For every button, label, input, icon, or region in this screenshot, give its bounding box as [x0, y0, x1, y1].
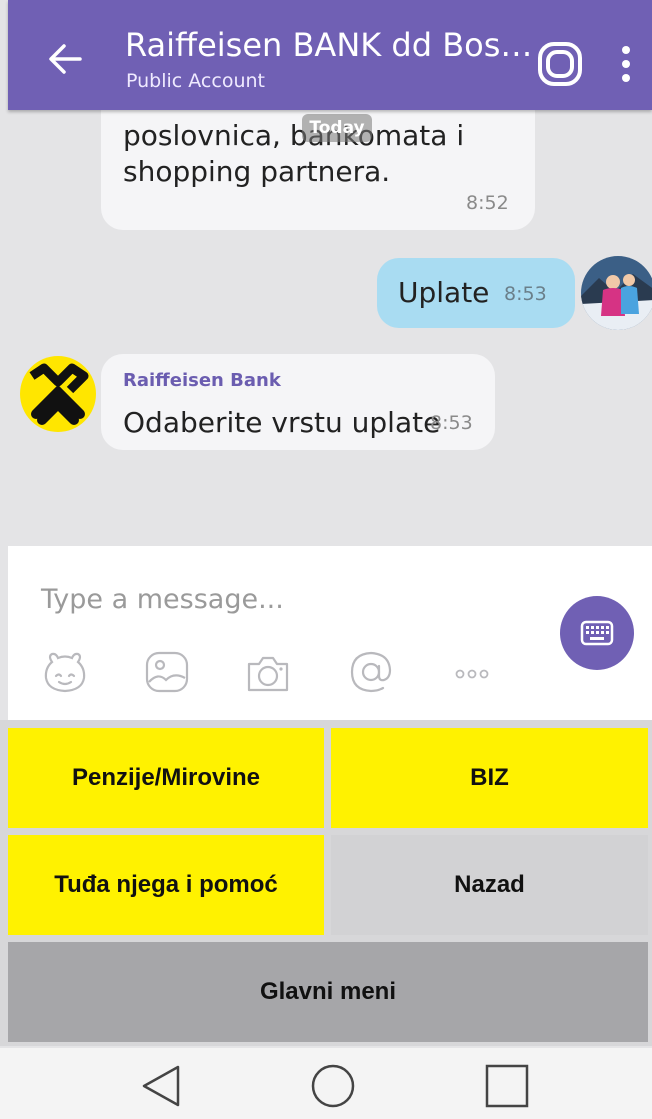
back-nav-icon[interactable]: [138, 1063, 184, 1109]
gallery-icon[interactable]: [142, 648, 192, 696]
message-time: 8:53: [504, 283, 547, 305]
keyboard-icon: [580, 620, 614, 646]
keyboard-toggle-button[interactable]: [560, 596, 634, 670]
message-time: 8:52: [466, 192, 509, 214]
sender-name: Raiffeisen Bank: [123, 370, 281, 391]
nazad-button[interactable]: Nazad: [331, 835, 648, 935]
raiffeisen-logo-icon: [29, 363, 89, 425]
public-account-icon[interactable]: [536, 40, 584, 88]
message-time: 8:53: [430, 412, 473, 434]
sticker-icon[interactable]: [40, 648, 90, 696]
compose-bar: [8, 546, 652, 720]
message-input[interactable]: Type a message...: [41, 584, 284, 615]
home-nav-icon[interactable]: [309, 1062, 357, 1110]
glavni-meni-button[interactable]: Glavni meni: [8, 942, 648, 1042]
recents-nav-icon[interactable]: [484, 1063, 530, 1109]
chat-subtitle: Public Account: [126, 70, 265, 92]
date-chip: Today: [302, 114, 372, 142]
message-text: Uplate: [398, 276, 490, 309]
more-icon[interactable]: [447, 648, 497, 696]
tudja-njega-button[interactable]: Tuđa njega i pomoć: [8, 835, 324, 935]
chat-title[interactable]: Raiffeisen BANK dd Bos…: [125, 26, 532, 64]
back-arrow-icon[interactable]: [40, 34, 90, 84]
app-header: Raiffeisen BANK dd Bos… Public Account: [8, 0, 652, 110]
bank-avatar[interactable]: [20, 356, 96, 432]
mention-icon[interactable]: [346, 648, 396, 696]
biz-button[interactable]: BIZ: [331, 728, 648, 828]
penzije-mirovine-button[interactable]: Penzije/Mirovine: [8, 728, 324, 828]
camera-icon[interactable]: [243, 648, 293, 696]
user-avatar[interactable]: [581, 256, 652, 330]
more-options-icon[interactable]: [614, 40, 638, 88]
system-navigation-bar: [0, 1048, 652, 1119]
chat-area[interactable]: poslovnica, bankomata i shopping partner…: [8, 110, 652, 546]
message-text: Odaberite vrstu uplate: [123, 406, 441, 439]
